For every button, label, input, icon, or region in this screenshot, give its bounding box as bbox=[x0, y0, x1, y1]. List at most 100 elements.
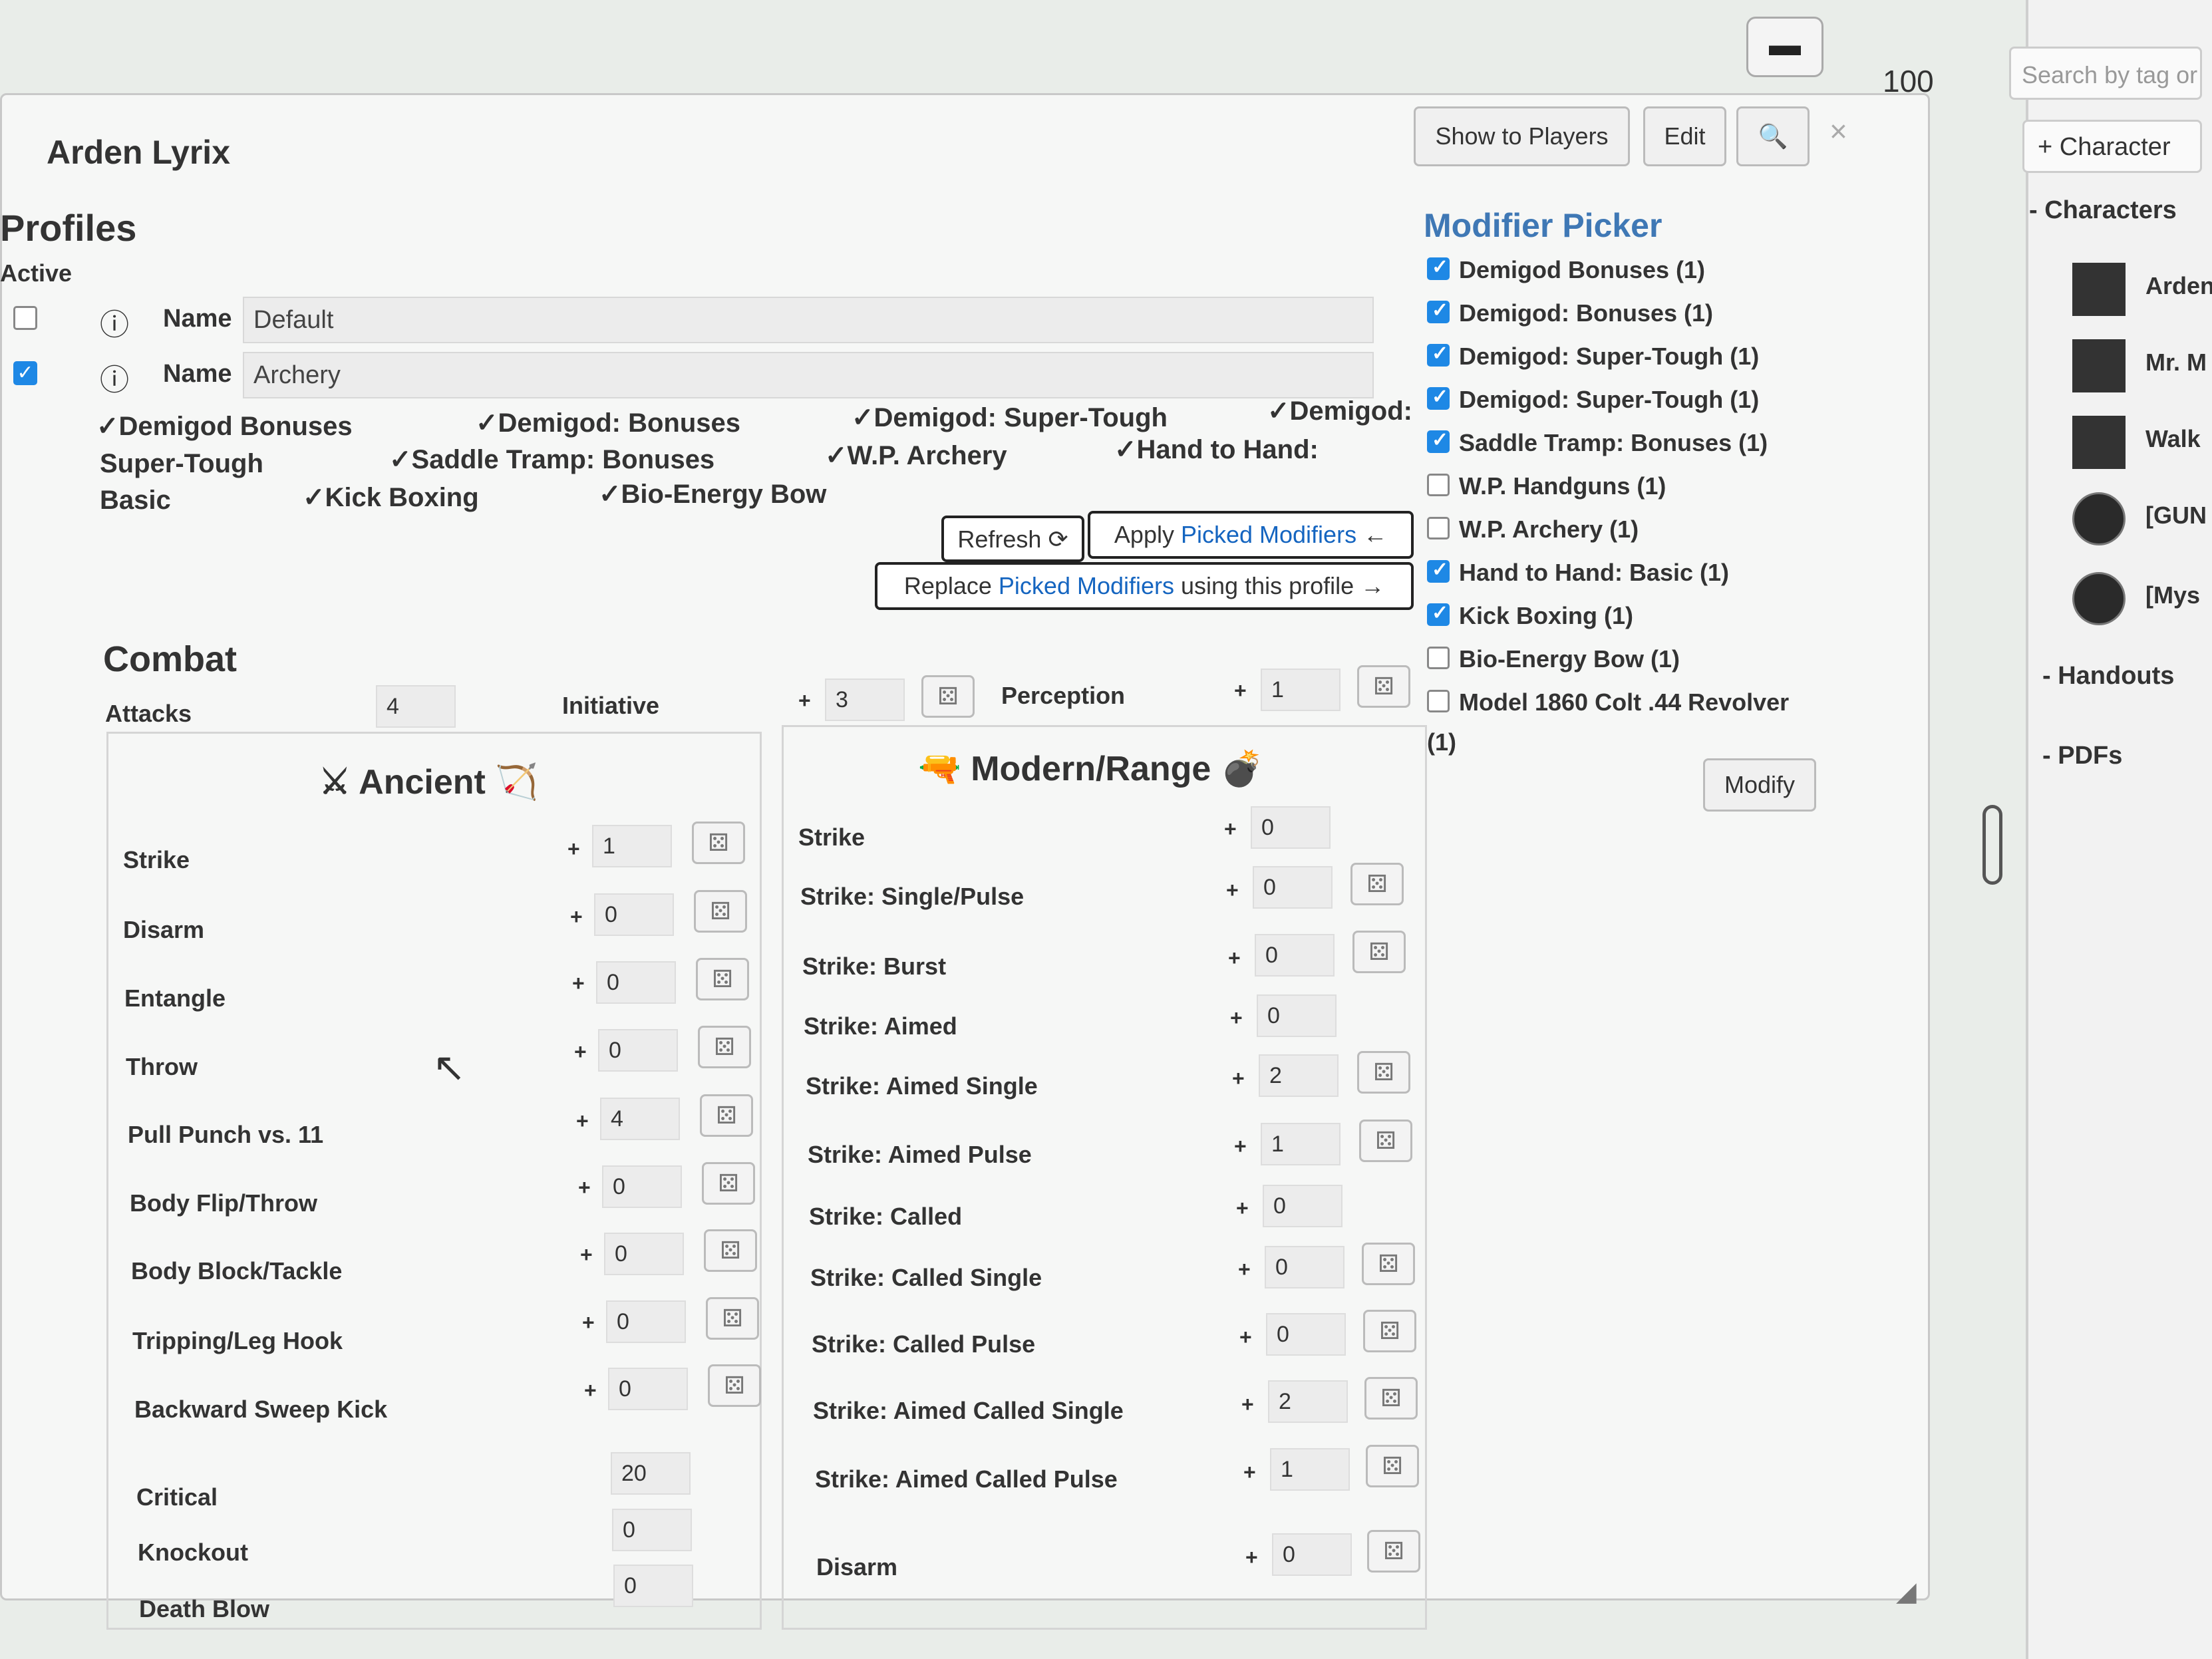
picker-checkbox[interactable] bbox=[1427, 342, 1450, 367]
roll-dice-icon[interactable]: ⚄ bbox=[704, 1229, 757, 1272]
stat-field[interactable]: 0 bbox=[1253, 866, 1333, 909]
edit-button[interactable]: Edit bbox=[1643, 106, 1726, 166]
picker-item[interactable]: W.P. Archery (1) bbox=[1427, 516, 1893, 555]
scrollbar-handle[interactable] bbox=[1982, 805, 2002, 885]
stat-field[interactable]: 0 bbox=[1272, 1533, 1352, 1576]
apply-label-prefix: Apply bbox=[1114, 521, 1181, 548]
toolbar-folder-icon[interactable]: ▬ bbox=[1746, 17, 1823, 77]
stat-field[interactable]: 0 bbox=[1266, 1313, 1346, 1356]
search-icon[interactable]: 🔍 bbox=[1736, 106, 1810, 166]
picker-item[interactable]: Model 1860 Colt .44 Revolver bbox=[1427, 688, 1893, 728]
profile-active-checkbox[interactable] bbox=[13, 306, 37, 330]
roster-item[interactable]: Mr. M bbox=[2072, 339, 2212, 399]
perception-field[interactable]: 1 bbox=[1261, 669, 1341, 711]
picker-checkbox[interactable] bbox=[1427, 690, 1450, 713]
picker-checkbox[interactable] bbox=[1427, 255, 1450, 281]
picker-item[interactable]: W.P. Handguns (1) bbox=[1427, 472, 1893, 512]
roll-dice-icon[interactable]: ⚄ bbox=[708, 1364, 761, 1407]
roll-dice-icon[interactable]: ⚄ bbox=[1366, 1445, 1419, 1487]
info-icon[interactable]: ⓘ bbox=[100, 301, 129, 343]
folder-characters[interactable]: - Characters bbox=[2029, 196, 2177, 225]
roll-dice-icon[interactable]: ⚄ bbox=[1350, 863, 1404, 905]
picker-item[interactable]: Demigod Bonuses (1) bbox=[1427, 255, 1893, 296]
close-icon[interactable]: × bbox=[1829, 113, 1847, 149]
stat-field[interactable]: 0 bbox=[598, 1029, 678, 1072]
stat-field[interactable]: 0 bbox=[1265, 1246, 1344, 1288]
picker-checkbox[interactable] bbox=[1427, 601, 1450, 627]
profile-name-field[interactable]: Archery bbox=[243, 352, 1374, 398]
picker-item-label: W.P. Archery (1) bbox=[1459, 516, 1639, 543]
attacks-field[interactable]: 4 bbox=[376, 685, 456, 728]
replace-picked-modifiers-button[interactable]: Replace Picked Modifiers using this prof… bbox=[875, 562, 1414, 610]
picker-checkbox[interactable] bbox=[1427, 385, 1450, 410]
picker-checkbox[interactable] bbox=[1427, 299, 1450, 324]
stat-field[interactable]: 0 bbox=[608, 1368, 688, 1410]
picker-item[interactable]: Demigod: Super-Tough (1) bbox=[1427, 385, 1893, 426]
stat-field[interactable]: 2 bbox=[1268, 1380, 1348, 1423]
picker-item[interactable]: Demigod: Bonuses (1) bbox=[1427, 299, 1893, 339]
picker-item[interactable]: Hand to Hand: Basic (1) bbox=[1427, 558, 1893, 599]
roll-dice-icon[interactable]: ⚄ bbox=[706, 1297, 759, 1340]
add-character-button[interactable]: + Character bbox=[2022, 120, 2202, 173]
roll-dice-icon[interactable]: ⚄ bbox=[698, 1026, 751, 1068]
apply-picked-modifiers-button[interactable]: Apply Picked Modifiers ← bbox=[1088, 511, 1414, 559]
picker-item[interactable]: Demigod: Super-Tough (1) bbox=[1427, 342, 1893, 382]
stat-field[interactable]: 0 bbox=[612, 1509, 692, 1551]
stat-label: Body Block/Tackle bbox=[131, 1257, 343, 1284]
picker-checkbox[interactable] bbox=[1427, 474, 1450, 497]
picker-checkbox[interactable] bbox=[1427, 647, 1450, 670]
stat-field[interactable]: 4 bbox=[600, 1098, 680, 1140]
stat-field[interactable]: 0 bbox=[604, 1233, 684, 1275]
stat-field[interactable]: 0 bbox=[1257, 994, 1337, 1037]
roll-dice-icon[interactable]: ⚄ bbox=[696, 958, 749, 1000]
stat-field[interactable]: 1 bbox=[1261, 1123, 1341, 1165]
info-icon[interactable]: ⓘ bbox=[100, 356, 129, 398]
stat-field[interactable]: 0 bbox=[1251, 806, 1331, 849]
picker-item[interactable]: Kick Boxing (1) bbox=[1427, 601, 1893, 642]
stat-field[interactable]: 0 bbox=[1255, 934, 1335, 977]
roll-dice-icon[interactable]: ⚄ bbox=[692, 822, 745, 864]
roll-dice-icon[interactable]: ⚄ bbox=[1363, 1310, 1416, 1352]
roll-dice-icon[interactable]: ⚄ bbox=[702, 1162, 755, 1205]
roster-item[interactable]: Arden bbox=[2072, 263, 2212, 323]
picker-item[interactable]: Saddle Tramp: Bonuses (1) bbox=[1427, 428, 1893, 469]
stat-field[interactable]: 0 bbox=[606, 1300, 686, 1343]
perception-roll-icon[interactable]: ⚄ bbox=[1357, 665, 1410, 708]
stat-field[interactable]: 0 bbox=[596, 961, 676, 1004]
picker-checkbox[interactable] bbox=[1427, 558, 1450, 583]
initiative-roll-icon[interactable]: ⚄ bbox=[921, 675, 975, 718]
show-to-players-button[interactable]: Show to Players bbox=[1414, 106, 1630, 166]
stat-field[interactable]: 0 bbox=[594, 893, 674, 936]
stat-label: Strike: Aimed Called Single bbox=[813, 1397, 1124, 1424]
roll-dice-icon[interactable]: ⚄ bbox=[1362, 1243, 1415, 1285]
stat-field[interactable]: 0 bbox=[613, 1565, 693, 1607]
profile-name-field[interactable]: Default bbox=[243, 297, 1374, 343]
roster-item[interactable]: Walk bbox=[2072, 416, 2212, 476]
roster-item[interactable]: [Mys bbox=[2072, 572, 2212, 632]
roster-item[interactable]: [GUN bbox=[2072, 492, 2212, 552]
roll-dice-icon[interactable]: ⚄ bbox=[1352, 931, 1406, 973]
initiative-field[interactable]: 3 bbox=[825, 679, 905, 721]
modify-button[interactable]: Modify bbox=[1703, 758, 1816, 812]
folder-handouts[interactable]: - Handouts bbox=[2042, 662, 2174, 690]
stat-field[interactable]: 1 bbox=[592, 825, 672, 867]
picker-checkbox[interactable] bbox=[1427, 428, 1450, 454]
folder-pdfs[interactable]: - PDFs bbox=[2042, 742, 2122, 770]
roll-dice-icon[interactable]: ⚄ bbox=[694, 890, 747, 933]
stat-field[interactable]: 2 bbox=[1259, 1054, 1339, 1097]
picker-checkbox[interactable] bbox=[1427, 517, 1450, 540]
refresh-button[interactable]: Refresh ⟳ bbox=[941, 516, 1084, 562]
stat-field[interactable]: 20 bbox=[611, 1452, 691, 1495]
picker-item[interactable]: Bio-Energy Bow (1) bbox=[1427, 645, 1893, 685]
stat-field[interactable]: 0 bbox=[602, 1165, 682, 1208]
profile-active-checkbox[interactable]: ✓ bbox=[13, 361, 37, 385]
resize-grip-icon[interactable]: ◢ bbox=[1896, 1577, 1917, 1607]
roll-dice-icon[interactable]: ⚄ bbox=[1367, 1530, 1420, 1573]
journal-search-input[interactable]: Search by tag or bbox=[2009, 47, 2202, 100]
roll-dice-icon[interactable]: ⚄ bbox=[1357, 1051, 1410, 1094]
roll-dice-icon[interactable]: ⚄ bbox=[1359, 1120, 1412, 1162]
stat-field[interactable]: 0 bbox=[1263, 1185, 1343, 1227]
roll-dice-icon[interactable]: ⚄ bbox=[1364, 1377, 1418, 1420]
stat-field[interactable]: 1 bbox=[1270, 1448, 1350, 1491]
roll-dice-icon[interactable]: ⚄ bbox=[700, 1094, 753, 1137]
